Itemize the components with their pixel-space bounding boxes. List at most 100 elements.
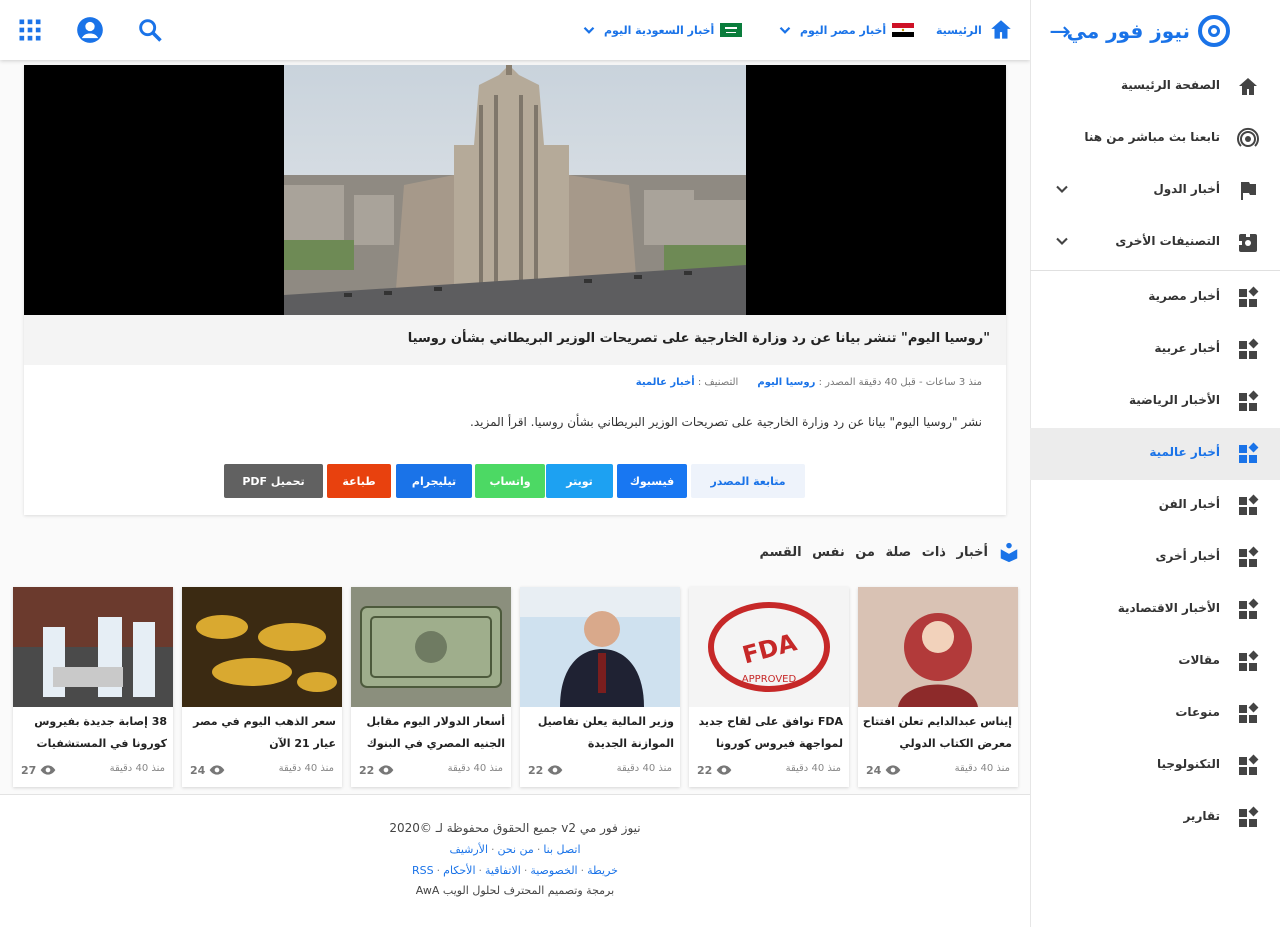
footer-link[interactable]: الاتفاقية	[485, 864, 521, 877]
search-icon[interactable]	[136, 16, 164, 44]
sidebar-item[interactable]: منوعات	[1030, 688, 1280, 740]
link-separator: ·	[491, 843, 495, 856]
widgets-icon	[1239, 546, 1259, 567]
footer-link[interactable]: الخصوصية	[530, 864, 577, 877]
footer-link[interactable]: الأحكام	[443, 864, 475, 877]
apps-grid-icon[interactable]	[16, 16, 44, 44]
meta-source-link[interactable]: روسيا اليوم	[757, 377, 815, 388]
site-logo[interactable]: نيوز فور مي	[1067, 14, 1230, 48]
sidebar-item[interactable]: الأخبار الرياضية	[1030, 376, 1280, 428]
brand: → نيوز فور مي	[1031, 0, 1280, 62]
sidebar-item[interactable]: أخبار الفن	[1030, 480, 1280, 532]
news-card-thumbnail[interactable]	[858, 587, 1018, 707]
sidebar-item[interactable]: التكنولوجيا	[1030, 740, 1280, 792]
sidebar-item-label: أخبار الدول	[1153, 182, 1220, 196]
footer-link[interactable]: من نحن	[498, 843, 534, 856]
meta-source-label: المصدر :	[818, 377, 856, 388]
sidebar-item[interactable]: أخبار الدول	[1030, 165, 1280, 217]
sidebar-item-label: منوعات	[1175, 705, 1220, 719]
telegram-share-button[interactable]: تيليجرام	[396, 464, 472, 498]
sidebar-item[interactable]: أخبار أخرى	[1030, 532, 1280, 584]
news-card-thumbnail[interactable]	[13, 587, 173, 707]
related-news-title: أخبار ذات صلة من نفس القسم	[759, 544, 988, 560]
sidebar-item[interactable]: تابعنا بث مباشر من هنا	[1030, 113, 1280, 165]
facebook-share-button[interactable]: فيسبوك	[617, 464, 687, 498]
reader-icon	[1000, 542, 1018, 563]
saudi-news-menu[interactable]: أخبار السعودية اليوم	[580, 18, 743, 42]
footer-link[interactable]: الأرشيف	[449, 843, 488, 856]
whatsapp-share-button[interactable]: واتساب	[475, 464, 545, 498]
brand-name: نيوز فور مي	[1066, 19, 1190, 43]
account-circle-icon[interactable]	[76, 16, 104, 44]
article-meta: منذ 3 ساعات - قبل 40 دقيقة المصدر : روسي…	[636, 377, 982, 388]
sidebar-item[interactable]: أخبار عربية	[1030, 324, 1280, 376]
print-button[interactable]: طباعة	[327, 464, 391, 498]
news-card-title[interactable]: سعر الذهب اليوم في مصر عيار 21 الآن	[186, 711, 336, 755]
news-card-thumbnail[interactable]: FDAAPPROVED	[689, 587, 849, 707]
widgets-icon	[1239, 390, 1259, 411]
sidebar-divider	[1030, 270, 1280, 271]
news-card[interactable]: وزير المالية يعلن تفاصيل الموازنة الجديد…	[520, 587, 680, 787]
sidebar-item-label: التكنولوجيا	[1157, 757, 1220, 771]
news-card-title[interactable]: إيناس عبدالدايم تعلن افتتاح معرض الكتاب …	[862, 711, 1012, 755]
news-card-time: منذ 40 دقيقة	[954, 763, 1010, 774]
sidebar-item[interactable]: الأخبار الاقتصادية	[1030, 584, 1280, 636]
widgets-icon	[1239, 650, 1259, 671]
link-separator: ·	[523, 864, 528, 877]
eye-icon	[885, 765, 901, 775]
read-source-button[interactable]: متابعة المصدر	[691, 464, 805, 498]
footer-credit: AwA برمجة وتصميم المحترف لحلول الويب	[415, 884, 615, 897]
chevron-down-icon[interactable]	[1052, 231, 1072, 251]
eye-icon	[547, 765, 563, 775]
widgets-icon	[1239, 598, 1259, 619]
sidebar-item-label: الأخبار الاقتصادية	[1117, 601, 1220, 615]
sidebar-item-label: الأخبار الرياضية	[1128, 393, 1220, 407]
meta-category-label: التصنيف :	[697, 377, 739, 388]
news-card-thumbnail[interactable]	[182, 587, 342, 707]
footer-link[interactable]: اتصل بنا	[543, 843, 580, 856]
footer-links-row-2: RSS · خريطة·الخصوصية·الاتفاقية·الأحكام	[0, 863, 1030, 877]
footer-link[interactable]: RSS	[412, 864, 434, 877]
sidebar-item[interactable]: التصنيفات الأخرى	[1030, 217, 1280, 269]
news-card-title[interactable]: وزير المالية يعلن تفاصيل الموازنة الجديد…	[524, 711, 674, 755]
sidebar-item[interactable]: أخبار عالمية	[1030, 428, 1280, 480]
top-bar: أخبار السعودية اليوم أخبار مصر اليوم الر…	[0, 0, 1030, 60]
chevron-down-icon	[583, 26, 595, 34]
news-card[interactable]: FDA APPROVED FDA توافق على لقاح جديد لمواج…	[689, 587, 849, 787]
widgets-icon	[1239, 754, 1259, 775]
sidebar: → نيوز فور مي الصفحة الرئيسية تابعنا بث م…	[1030, 0, 1280, 927]
news-card-thumbnail[interactable]	[520, 587, 680, 707]
article-title[interactable]: "روسيا اليوم" تنشر بيانا عن رد وزارة الخ…	[408, 331, 990, 346]
egypt-news-menu[interactable]: أخبار مصر اليوم	[776, 18, 915, 42]
news-card[interactable]: أسعار الدولار اليوم مقابل الجنيه المصري …	[351, 587, 511, 787]
chevron-down-icon[interactable]	[1052, 179, 1072, 199]
news-card[interactable]: 38 إصابة جديدة بفيروس كورونا في المستشفي…	[13, 587, 173, 787]
home-label: الرئيسية	[936, 23, 982, 37]
link-separator: ·	[580, 864, 585, 877]
sidebar-item[interactable]: أخبار مصرية	[1030, 272, 1280, 324]
puzzle-icon	[1239, 234, 1257, 252]
twitter-share-button[interactable]: تويتر	[546, 464, 613, 498]
news-card[interactable]: إيناس عبدالدايم تعلن افتتاح معرض الكتاب …	[858, 587, 1018, 787]
widgets-icon	[1239, 338, 1259, 359]
news-card-time: منذ 40 دقيقة	[278, 763, 334, 774]
meta-category-link[interactable]: أخبار عالمية	[636, 377, 695, 388]
news-card-title[interactable]: 38 إصابة جديدة بفيروس كورونا في المستشفي…	[17, 711, 167, 755]
news-card[interactable]: سعر الذهب اليوم في مصر عيار 21 الآن 24 منذ…	[182, 587, 342, 787]
eye-icon	[209, 765, 225, 775]
footer-link[interactable]: خريطة	[587, 864, 618, 877]
egypt-flag-icon	[892, 23, 915, 37]
sidebar-item[interactable]: تقارير	[1030, 792, 1280, 844]
sidebar-item[interactable]: الصفحة الرئيسية	[1030, 61, 1280, 113]
news-card-title[interactable]: أسعار الدولار اليوم مقابل الجنيه المصري …	[355, 711, 505, 755]
home-link[interactable]: الرئيسية	[936, 18, 1014, 42]
link-separator: ·	[536, 843, 541, 856]
news-card-title[interactable]: FDA توافق على لقاح جديد لمواجهة فيروس كو…	[693, 711, 843, 755]
news-card-views: 27	[21, 762, 56, 778]
sidebar-item-label: التصنيفات الأخرى	[1115, 234, 1220, 248]
news-card-views: 22	[359, 762, 394, 778]
sidebar-item[interactable]: مقالات	[1030, 636, 1280, 688]
widgets-icon	[1239, 442, 1259, 463]
news-card-thumbnail[interactable]	[351, 587, 511, 707]
pdf-download-button[interactable]: PDF تحميل	[224, 464, 323, 498]
